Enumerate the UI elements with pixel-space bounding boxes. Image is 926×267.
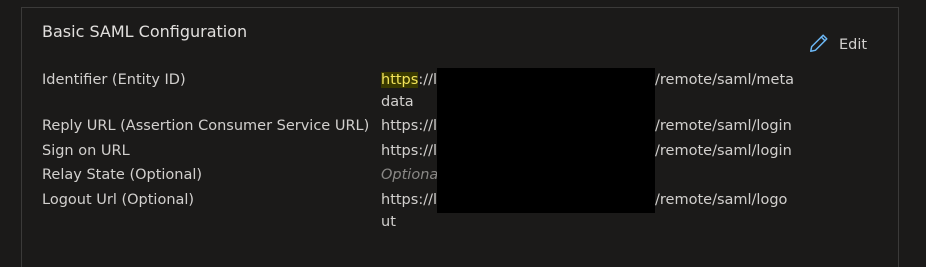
reply-url-label: Reply URL (Assertion Consumer Service UR… <box>42 118 370 134</box>
sign-on-url-label: Sign on URL <box>42 143 130 159</box>
logout-url-label: Logout Url (Optional) <box>42 192 195 208</box>
edit-label: Edit <box>839 37 868 53</box>
pencil-icon <box>808 32 830 58</box>
section-title: Basic SAML Configuration <box>42 22 248 41</box>
relay-state-label: Relay State (Optional) <box>42 167 203 183</box>
identifier-label: Identifier (Entity ID) <box>42 72 186 88</box>
edit-button[interactable]: Edit <box>808 32 867 58</box>
redaction-block <box>437 68 655 213</box>
highlighted-scheme: https <box>381 72 419 88</box>
saml-config-card: Basic SAML Configuration Edit Identifier… <box>21 7 899 267</box>
